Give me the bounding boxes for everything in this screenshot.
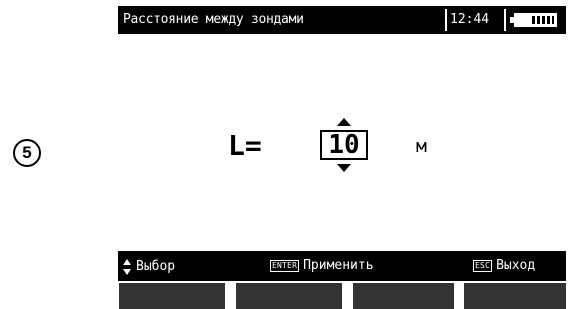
up-down-arrows-icon — [122, 258, 132, 276]
increase-arrow-icon[interactable] — [337, 118, 351, 126]
step-number-marker: 5 — [13, 139, 41, 167]
main-content: L= 10 м — [118, 34, 566, 251]
function-key-1[interactable] — [119, 283, 225, 309]
device-screen: Расстояние между зондами 12:44 L= 10 м В… — [118, 6, 566, 309]
step-number-label: 5 — [22, 143, 32, 162]
softkey-hint-bar: Выбор ENTER Применить ESC Выход — [118, 251, 566, 281]
function-key-3[interactable] — [353, 283, 454, 309]
battery-icon — [514, 13, 557, 27]
function-key-2[interactable] — [236, 283, 342, 309]
title-bar: Расстояние между зондами 12:44 — [118, 6, 566, 34]
apply-hint: ENTER Применить — [270, 258, 374, 274]
battery-level — [532, 16, 554, 24]
esc-key-icon: ESC — [473, 260, 493, 272]
decrease-arrow-icon[interactable] — [337, 164, 351, 172]
distance-value: 10 — [328, 130, 360, 160]
clock-time: 12:44 — [450, 12, 490, 27]
distance-label: L= — [228, 129, 262, 162]
function-key-4[interactable] — [464, 283, 566, 309]
unit-label: м — [416, 136, 427, 157]
enter-key-icon: ENTER — [270, 260, 300, 272]
title-divider — [504, 9, 506, 31]
distance-value-field[interactable]: 10 — [320, 130, 368, 160]
select-hint-label: Выбор — [136, 259, 176, 274]
title-divider — [445, 9, 447, 31]
screen-title: Расстояние между зондами — [123, 12, 304, 27]
function-keys — [118, 281, 566, 309]
apply-hint-label: Применить — [303, 258, 374, 273]
select-hint: Выбор — [122, 258, 175, 276]
exit-hint-label: Выход — [496, 258, 536, 273]
exit-hint: ESC Выход — [473, 258, 535, 274]
